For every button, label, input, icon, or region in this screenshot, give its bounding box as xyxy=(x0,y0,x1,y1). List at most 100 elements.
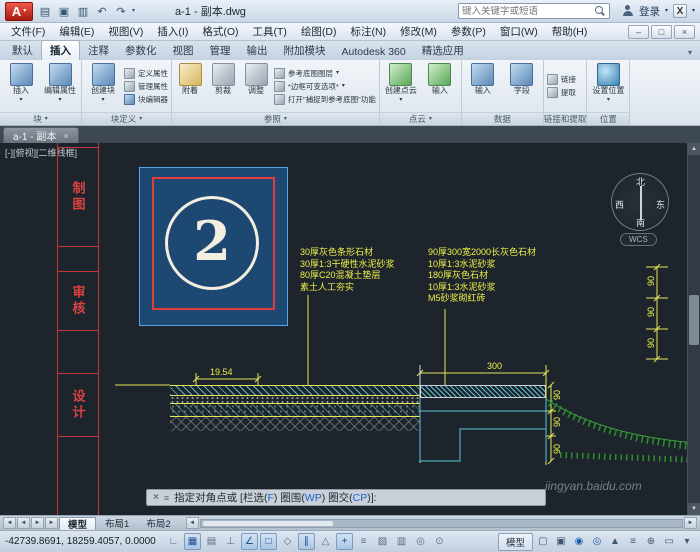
tab-featured-apps[interactable]: 精选应用 xyxy=(414,41,472,60)
frames-button[interactable]: *边框可变选项* xyxy=(274,80,376,92)
open-icon[interactable]: ▤ xyxy=(37,3,53,19)
drawing-viewport[interactable]: [-][俯视][二维线框] 制图 审核 设计 2 30厚灰色条形石材 30厚1:… xyxy=(0,143,700,515)
search-input[interactable] xyxy=(461,5,595,17)
workspace-switch-icon[interactable]: ≡ xyxy=(625,534,641,550)
toggle-object-snap-tracking[interactable]: ∥ xyxy=(298,533,315,550)
exchange-apps-icon[interactable]: X xyxy=(672,4,687,18)
scroll-down-icon[interactable]: ▼ xyxy=(688,503,700,515)
scroll-up-icon[interactable]: ▲ xyxy=(688,143,700,155)
menu-file[interactable]: 文件(F) xyxy=(4,23,52,40)
close-button[interactable]: × xyxy=(674,25,695,39)
scroll-right-icon[interactable]: ► xyxy=(684,517,697,529)
menu-insert[interactable]: 插入(I) xyxy=(150,23,195,40)
exchange-caret-icon[interactable] xyxy=(692,8,695,14)
tab-autodesk360[interactable]: Autodesk 360 xyxy=(334,44,414,60)
panel-title-point-cloud[interactable]: 点云 xyxy=(379,112,461,125)
toggle-transparency[interactable]: ▨ xyxy=(374,533,391,550)
import-button[interactable]: 输入 xyxy=(465,61,501,111)
toolbar-lock-icon[interactable]: ⊕ xyxy=(643,534,659,550)
menu-draw[interactable]: 绘图(D) xyxy=(294,23,344,40)
define-attributes-button[interactable]: 定义属性 xyxy=(124,67,168,79)
toggle-grid-display[interactable]: ▤ xyxy=(203,533,220,550)
insert-block-button[interactable]: 插入 xyxy=(3,61,39,111)
toggle-dynamic-ucs[interactable]: △ xyxy=(317,533,334,550)
block-editor-button[interactable]: 块编辑器 xyxy=(124,93,168,105)
link-button[interactable]: 链接 xyxy=(546,74,576,85)
tab-view[interactable]: 视图 xyxy=(165,41,202,60)
tab-insert[interactable]: 插入 xyxy=(41,40,80,60)
compass-north[interactable]: 北 xyxy=(636,175,645,188)
menu-dimension[interactable]: 标注(N) xyxy=(344,23,394,40)
create-block-button[interactable]: 创建块 xyxy=(85,61,121,111)
toggle-ortho-mode[interactable]: ⊥ xyxy=(222,533,239,550)
option-wpolygon[interactable]: WP xyxy=(305,492,322,504)
redo-icon[interactable]: ↷ xyxy=(113,3,129,19)
minimize-button[interactable]: – xyxy=(628,25,649,39)
adjust-button[interactable]: 调整 xyxy=(241,61,271,111)
panel-title-location[interactable]: 位置 xyxy=(587,112,630,125)
command-close-icon[interactable]: × xyxy=(153,492,159,503)
toggle-3d-object-snap[interactable]: ◇ xyxy=(279,533,296,550)
qat-dropdown-icon[interactable] xyxy=(132,8,135,14)
underlay-layers-button[interactable]: 参考底图图层 xyxy=(274,67,376,79)
tab-manage[interactable]: 管理 xyxy=(202,41,239,60)
toggle-annotation-monitor[interactable]: ⊙ xyxy=(431,533,448,550)
toggle-lineweight[interactable]: ≡ xyxy=(355,533,372,550)
attach-button[interactable]: 附着 xyxy=(175,61,205,111)
toggle-infer-constraints[interactable]: ∟ xyxy=(165,533,182,550)
snap-to-underlay-button[interactable]: 打开"捕捉到参考底图"功能 xyxy=(274,93,376,105)
menu-window[interactable]: 窗口(W) xyxy=(493,23,545,40)
edit-attribute-button[interactable]: 编辑属性 xyxy=(42,61,78,111)
maximize-button[interactable]: □ xyxy=(651,25,672,39)
toggle-dynamic-input[interactable]: + xyxy=(336,533,353,550)
status-menu-caret-icon[interactable]: ▾ xyxy=(679,534,695,550)
view-compass[interactable]: 北 南 西 东 xyxy=(611,173,669,231)
scroll-left-icon[interactable]: ◄ xyxy=(185,517,199,529)
compass-west[interactable]: 西 xyxy=(615,198,624,211)
extract-button[interactable]: 提取 xyxy=(546,87,576,98)
compass-south[interactable]: 南 xyxy=(636,216,645,229)
toggle-object-snap[interactable]: □ xyxy=(260,533,277,550)
tab-layout2[interactable]: 布局2 xyxy=(138,517,178,530)
menu-tools[interactable]: 工具(T) xyxy=(246,23,294,40)
toggle-quick-properties[interactable]: ▥ xyxy=(393,533,410,550)
tab-parametric[interactable]: 参数化 xyxy=(117,41,165,60)
wcs-badge[interactable]: WCS xyxy=(620,233,657,246)
quickview-layouts-icon[interactable]: ▢ xyxy=(535,534,551,550)
tab-addins[interactable]: 附加模块 xyxy=(276,41,334,60)
tab-layout1[interactable]: 布局1 xyxy=(97,517,137,530)
coordinates-readout[interactable]: -42739.8691, 18259.4057, 0.0000 xyxy=(5,536,163,547)
next-tab-icon[interactable]: ► xyxy=(31,517,44,529)
vertical-scrollbar[interactable]: ▲ ▼ xyxy=(687,143,700,515)
detail-bubble-image[interactable]: 2 xyxy=(139,167,288,326)
prev-tab-icon[interactable]: ◄ xyxy=(17,517,30,529)
sign-in-link[interactable]: 登录 xyxy=(639,4,660,19)
command-line[interactable]: × ≡ 指定对角点或 [栏选(F) 圈围(WP) 圈交(CP)]: xyxy=(146,489,546,506)
menu-edit[interactable]: 编辑(E) xyxy=(52,23,101,40)
field-button[interactable]: 字段 xyxy=(504,61,540,111)
tab-model[interactable]: 模型 xyxy=(59,516,97,531)
horizontal-scroll-thumb[interactable] xyxy=(202,520,333,526)
tab-home[interactable]: 默认 xyxy=(4,41,41,60)
command-customize-icon[interactable]: ≡ xyxy=(164,493,169,503)
menu-parametric[interactable]: 参数(P) xyxy=(444,23,493,40)
panel-title-linking[interactable]: 链接和提取 xyxy=(543,112,587,125)
vertical-scroll-track[interactable] xyxy=(688,155,700,503)
menu-modify[interactable]: 修改(M) xyxy=(393,23,444,40)
quickview-drawings-icon[interactable]: ▣ xyxy=(553,534,569,550)
toggle-polar-tracking[interactable]: ∠ xyxy=(241,533,258,550)
user-icon[interactable] xyxy=(622,5,634,17)
annotation-scale-icon[interactable]: ◉ xyxy=(571,534,587,550)
option-cpolygon[interactable]: CP xyxy=(353,492,368,504)
ribbon-collapse-icon[interactable]: ▾ xyxy=(684,48,696,60)
menu-view[interactable]: 视图(V) xyxy=(101,23,150,40)
panel-title-block-definition[interactable]: 块定义 xyxy=(82,112,171,125)
tab-annotate[interactable]: 注释 xyxy=(80,41,117,60)
vertical-scroll-thumb[interactable] xyxy=(689,295,699,345)
print-icon[interactable]: ▥ xyxy=(75,3,91,19)
sign-in-caret-icon[interactable] xyxy=(665,8,668,14)
horizontal-scroll-track[interactable] xyxy=(199,518,683,528)
panel-title-data[interactable]: 数据 xyxy=(461,112,543,125)
create-point-cloud-button[interactable]: 创建点云 xyxy=(383,61,419,111)
search-icon[interactable] xyxy=(594,5,606,17)
